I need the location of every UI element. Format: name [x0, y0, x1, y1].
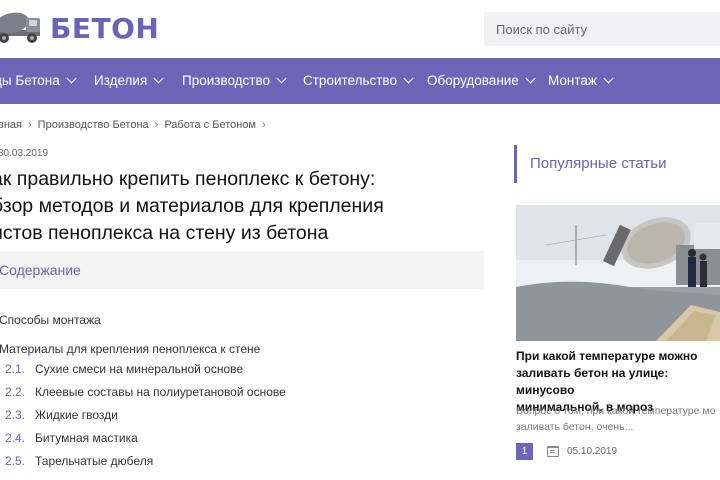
toc-item-number: 2.1. [5, 362, 26, 376]
breadcrumb-separator-icon: › [154, 119, 159, 131]
popular-article-excerpt-line: Вопрос о том, при какой температуре мо [516, 405, 716, 417]
nav-item-equipment[interactable]: Оборудование [427, 73, 536, 88]
toc-item[interactable]: Способы монтажа [0, 313, 101, 327]
article-title-line: истов пеноплекса на стену из бетона [0, 222, 329, 244]
article-date: 30.03.2019 [0, 148, 49, 159]
popular-articles-title: Популярные статьи [530, 155, 667, 172]
nav-item-installation[interactable]: Монтаж [548, 73, 614, 88]
toc-item-label: Тарельчатые дюбеля [35, 454, 154, 468]
search-box [484, 12, 720, 46]
nav-item-label: Изделия [94, 73, 148, 88]
toc-item-number: 2.4. [5, 431, 26, 445]
article-title-line: бзор методов и материалов для крепления [0, 195, 384, 217]
nav-item-label: Строительство [303, 73, 397, 88]
site-logo-text: БЕТОН [50, 11, 160, 45]
nav-item-label: ды Бетона [0, 73, 60, 88]
nav-item-construction[interactable]: Строительство [303, 73, 414, 88]
concrete-pouring-photo [516, 205, 720, 341]
toc-header[interactable]: Содержание [0, 251, 484, 289]
chevron-down-icon [66, 73, 77, 84]
toc-item-label: Жидкие гвозди [35, 408, 118, 422]
popular-article-excerpt-line: заливать бетон, очень... [516, 421, 634, 433]
toc-item-label: Битумная мастика [35, 431, 138, 445]
breadcrumb-separator-icon: › [262, 119, 266, 131]
article-title-line: ак правильно крепить пеноплекс к бетону: [0, 168, 376, 190]
toc-item[interactable]: Материалы для крепления пеноплекса к сте… [0, 342, 260, 356]
calendar-icon [547, 446, 559, 457]
popular-article-title-line: При какой температуре можно [516, 349, 698, 363]
nav-item-products[interactable]: Изделия [94, 73, 164, 88]
popular-article-meta: 1 05.10.2019 [516, 443, 617, 460]
chevron-down-icon [603, 73, 614, 84]
main-nav: ды Бетона Изделия Производство Строитель… [0, 58, 720, 104]
breadcrumb: вная › Производство Бетона › Работа с Бетоно… [0, 119, 272, 131]
nav-item-label: Монтаж [548, 73, 597, 88]
breadcrumb-item-home[interactable]: вная [0, 119, 22, 131]
toc-item[interactable]: 2.2. Клеевые составы на полиуретановой ос… [5, 385, 286, 399]
popular-article-rank-badge: 1 [516, 443, 533, 460]
toc-item-number: 2.5. [5, 454, 26, 468]
nav-item-label: Оборудование [427, 73, 519, 88]
popular-article-date: 05.10.2019 [567, 446, 618, 457]
popular-article-image[interactable] [516, 205, 720, 341]
breadcrumb-separator-icon: › [28, 119, 32, 131]
toc-title: Содержание [0, 262, 81, 278]
popular-article-excerpt: Вопрос о том, при какой температуре мо з… [516, 403, 720, 435]
chevron-down-icon [525, 73, 536, 84]
toc-item-number: 2.2. [5, 385, 26, 399]
popular-article-title-line: заливать бетон на улице: минусово [516, 366, 669, 397]
chevron-down-icon [276, 73, 287, 84]
concrete-mixer-truck-icon [0, 12, 40, 43]
chevron-down-icon [403, 73, 414, 84]
toc-item-label: Материалы для крепления пеноплекса к сте… [0, 342, 261, 356]
breadcrumb-item-production[interactable]: Производство Бетона [38, 119, 149, 131]
breadcrumb-item-concrete-work[interactable]: Работа с Бетоном [164, 119, 256, 131]
nav-item-production[interactable]: Производство [182, 73, 287, 88]
chevron-down-icon [153, 73, 164, 84]
toc-item[interactable]: 2.4. Битумная мастика [5, 431, 138, 445]
article-title: ак правильно крепить пеноплекс к бетону:… [0, 166, 462, 247]
search-input[interactable] [484, 12, 720, 46]
toc-item-number: 2.3. [5, 408, 26, 422]
site-header: БЕТОН [0, 0, 720, 58]
toc-item[interactable]: 2.3. Жидкие гвозди [5, 408, 118, 422]
toc-item[interactable]: 2.1. Сухие смеси на минеральной основе [5, 362, 243, 376]
nav-item-label: Производство [182, 73, 271, 88]
toc-item[interactable]: 2.5. Тарельчатые дюбеля [5, 454, 153, 468]
nav-item-types[interactable]: ды Бетона [0, 73, 77, 88]
toc-item-label: Клеевые составы на полиуретановой основе [35, 385, 286, 399]
site-logo[interactable]: БЕТОН [0, 10, 159, 46]
toc-item-label: Сухие смеси на минеральной основе [35, 362, 244, 376]
toc-item-label: Способы монтажа [0, 313, 101, 327]
popular-articles-heading: Популярные статьи [514, 145, 720, 183]
